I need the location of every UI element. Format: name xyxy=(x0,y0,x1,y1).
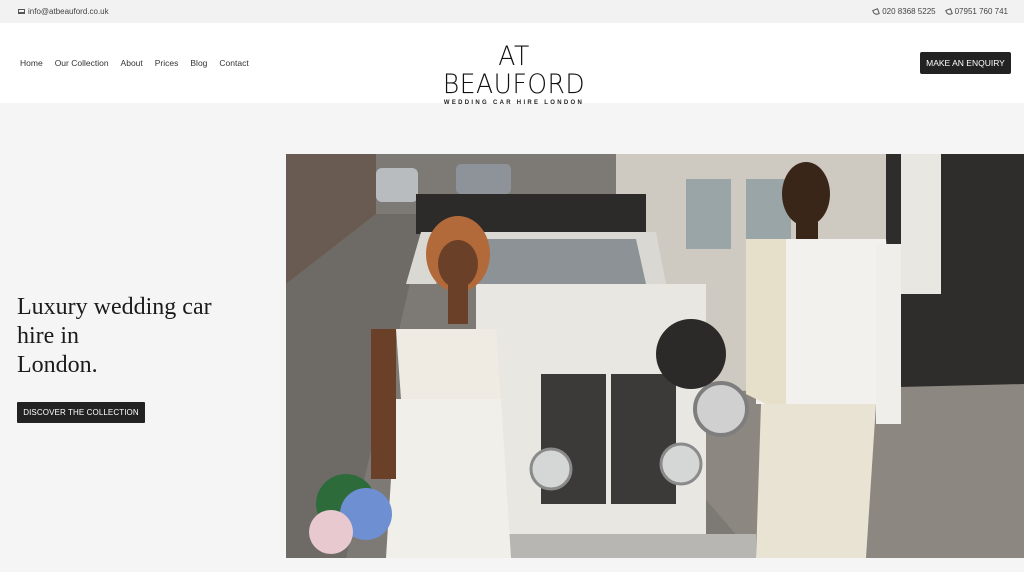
mail-icon xyxy=(18,9,25,14)
hero-photo xyxy=(286,154,1024,558)
phone-icon xyxy=(944,7,953,16)
phone-link-2[interactable]: 07951 760 741 xyxy=(944,7,1008,16)
main-nav: Home Our Collection About Prices Blog Co… xyxy=(20,23,249,103)
hero-heading-line-1: Luxury wedding car xyxy=(17,294,212,320)
site-logo[interactable]: AT BEAUFORD WEDDING CAR HIRE LONDON xyxy=(441,42,587,106)
phone-icon xyxy=(872,7,881,16)
hero-photo-illustration xyxy=(286,154,1024,558)
hero-heading-line-3: London. xyxy=(17,352,98,378)
top-bar-right: 020 8368 5225 07951 760 741 xyxy=(872,7,1008,16)
nav-prices[interactable]: Prices xyxy=(155,58,179,68)
nav-blog[interactable]: Blog xyxy=(190,58,207,68)
top-bar: info@atbeauford.co.uk 020 8368 5225 0795… xyxy=(0,0,1024,23)
nav-home[interactable]: Home xyxy=(20,58,43,68)
top-bar-left: info@atbeauford.co.uk xyxy=(18,7,109,16)
nav-about[interactable]: About xyxy=(121,58,143,68)
hero-heading: Luxury wedding car hire in London. xyxy=(17,293,267,380)
nav-our-collection[interactable]: Our Collection xyxy=(55,58,109,68)
phone-text-2: 07951 760 741 xyxy=(954,7,1008,16)
hero-heading-line-2: hire in xyxy=(17,323,79,349)
phone-text-1: 020 8368 5225 xyxy=(882,7,936,16)
phone-link-1[interactable]: 020 8368 5225 xyxy=(872,7,936,16)
make-enquiry-button[interactable]: MAKE AN ENQUIRY xyxy=(920,52,1011,74)
logo-tagline: WEDDING CAR HIRE LONDON xyxy=(443,100,585,106)
logo-title: AT BEAUFORD xyxy=(442,40,586,100)
site-header: Home Our Collection About Prices Blog Co… xyxy=(0,23,1024,106)
email-text: info@atbeauford.co.uk xyxy=(28,7,109,16)
email-link[interactable]: info@atbeauford.co.uk xyxy=(18,7,109,16)
nav-contact[interactable]: Contact xyxy=(219,58,248,68)
hero-text: Luxury wedding car hire in London. xyxy=(17,293,267,380)
discover-collection-button[interactable]: DISCOVER THE COLLECTION xyxy=(17,402,145,423)
